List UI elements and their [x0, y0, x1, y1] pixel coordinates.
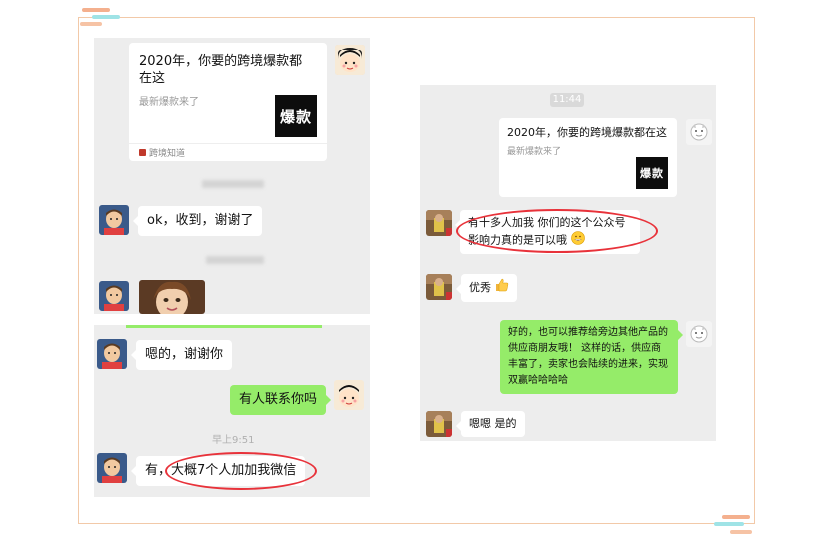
- avatar-contact-2[interactable]: [99, 281, 129, 311]
- card-title-right: 2020年，你要的跨境爆款都在这: [507, 126, 667, 139]
- card-subtitle-right: 最新爆款来了: [507, 147, 562, 157]
- avatar-self-2[interactable]: [334, 380, 364, 410]
- highlight-ring-left: [165, 452, 317, 490]
- message-yes-bubble[interactable]: 嗯嗯 是的: [456, 411, 525, 437]
- avatar-contact-4[interactable]: [97, 453, 127, 483]
- message-recommend-bubble[interactable]: 好的，也可以推荐给旁边其他产品的供应商朋友哦！ 这样的话，供应商丰富了，卖家也会…: [500, 320, 683, 394]
- decor-bar-orange-top: [82, 8, 110, 12]
- time-pill: 11:44: [550, 93, 584, 107]
- decor-bar-orange-bottom-2: [730, 530, 752, 534]
- chat-panel-right: 11:44 2020年，你要的跨境爆款都在这 最新爆款来了 爆款 有十多人加我 …: [420, 85, 716, 441]
- card-thumbnail: 爆款: [275, 95, 317, 137]
- message-ok-text: ok，收到，谢谢了: [147, 213, 254, 228]
- message-recommend-text: 好的，也可以推荐给旁边其他产品的供应商朋友哦！ 这样的话，供应商丰富了，卖家也会…: [508, 327, 668, 386]
- decor-bar-teal-top: [92, 15, 120, 19]
- card-thumbnail-right: 爆款: [636, 157, 668, 189]
- card-title: 2020年，你要的跨境爆款都在这: [139, 54, 303, 86]
- chat-panel-left-bottom: 嗯的，谢谢你 有人联系你吗 早上9:51 有，大概7个人加加我微信: [94, 325, 370, 497]
- avatar-contact-right-3[interactable]: [426, 411, 452, 437]
- decor-bar-teal-bottom: [714, 522, 744, 526]
- message-thanks-bubble[interactable]: 嗯的，谢谢你: [130, 340, 233, 370]
- decor-bar-orange-top-2: [80, 22, 102, 26]
- decor-bar-orange-bottom: [722, 515, 750, 519]
- image-message-child-photo[interactable]: [139, 280, 205, 314]
- blurred-timestamp: [202, 180, 264, 188]
- avatar-contact-right-2[interactable]: [426, 274, 452, 300]
- source-icon: [139, 149, 146, 156]
- avatar-self-right-2[interactable]: [686, 321, 712, 347]
- card-subtitle: 最新爆款来了: [139, 97, 199, 108]
- shared-article-card[interactable]: 2020年，你要的跨境爆款都在这 最新爆款来了 爆款 跨境知道: [129, 43, 327, 161]
- avatar-self-right[interactable]: [686, 119, 712, 145]
- message-excellent-bubble[interactable]: 优秀: [456, 274, 517, 302]
- timestamp-morning: 早上9:51: [212, 435, 255, 446]
- avatar-contact-right[interactable]: [426, 210, 452, 236]
- avatar-self[interactable]: [335, 45, 365, 75]
- message-yes-text: 嗯嗯 是的: [469, 417, 517, 430]
- shared-article-card-right[interactable]: 2020年，你要的跨境爆款都在这 最新爆款来了 爆款: [499, 118, 677, 197]
- message-anyone-contact-text: 有人联系你吗: [239, 392, 318, 407]
- message-excellent-text: 优秀: [469, 281, 491, 294]
- blurred-timestamp-2: [206, 256, 264, 264]
- message-anyone-contact-bubble[interactable]: 有人联系你吗: [230, 385, 332, 415]
- thumbs-up-icon: [495, 278, 509, 298]
- avatar-contact[interactable]: [99, 205, 129, 235]
- avatar-contact-3[interactable]: [97, 339, 127, 369]
- card-source: 跨境知道: [149, 149, 186, 159]
- message-thanks-text: 嗯的，谢谢你: [145, 347, 224, 362]
- highlight-ring-right: [456, 209, 658, 253]
- message-ok-bubble[interactable]: ok，收到，谢谢了: [132, 206, 263, 236]
- chat-panel-left-top: 2020年，你要的跨境爆款都在这 最新爆款来了 爆款 跨境知道 ok，收到，谢谢…: [94, 38, 370, 314]
- green-strip: [126, 325, 322, 328]
